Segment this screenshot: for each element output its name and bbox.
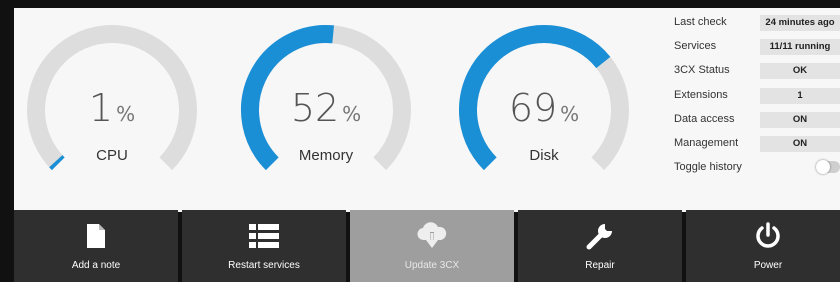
info-row-data-access: Data access ON [674, 109, 840, 133]
info-row-last-check: Last check 24 minutes ago [674, 12, 840, 36]
info-label: Extensions [674, 88, 728, 101]
cpu-value-unit: % [116, 102, 136, 126]
power-label: Power [753, 260, 783, 271]
cpu-value-number: 1 [88, 86, 114, 130]
memory-label: Memory [298, 147, 354, 164]
cpu-value: 1% [22, 86, 202, 130]
disk-value-unit: % [560, 102, 580, 126]
restart-services-button[interactable]: Restart services [182, 210, 346, 282]
disk-value: 69% [454, 86, 634, 130]
file-icon [14, 221, 178, 251]
repair-button[interactable]: Repair [518, 210, 682, 282]
info-row-toggle-history: Toggle history [674, 157, 840, 181]
info-value: OK [760, 63, 840, 80]
add-note-label: Add a note [71, 260, 121, 271]
info-row-extensions: Extensions 1 [674, 85, 840, 109]
repair-label: Repair [585, 260, 615, 271]
toggle-history-switch[interactable] [816, 160, 840, 175]
memory-value-number: 52 [290, 86, 340, 130]
info-row-management: Management ON [674, 133, 840, 157]
status-info-table: Last check 24 minutes ago Services 11/11… [674, 12, 840, 181]
memory-gauge: 52% Memory [236, 24, 416, 184]
info-row-services: Services 11/11 running [674, 36, 840, 60]
cloud-download-icon [350, 221, 514, 251]
info-value: 11/11 running [760, 39, 840, 56]
info-label: Toggle history [674, 161, 742, 174]
info-value: ON [760, 135, 840, 152]
cpu-label: CPU [96, 147, 128, 164]
disk-gauge: 69% Disk [454, 24, 634, 184]
info-value: ON [760, 111, 840, 128]
toggle-knob [816, 160, 830, 175]
info-label: Services [674, 40, 717, 53]
disk-label: Disk [529, 147, 559, 164]
info-label: Management [674, 136, 739, 149]
info-label: Last check [674, 16, 727, 28]
info-label: 3CX Status [674, 64, 730, 77]
cpu-gauge: 1% CPU [22, 24, 202, 184]
info-label: Data access [674, 112, 735, 125]
info-row-3cx-status: 3CX Status OK [674, 60, 840, 84]
memory-value-unit: % [342, 102, 362, 126]
add-note-button[interactable]: Add a note [14, 210, 178, 282]
memory-value: 52% [236, 86, 416, 130]
info-value: 1 [760, 87, 840, 104]
status-panel: 1% CPU 52% Memory 69% Disk Last check 24… [14, 8, 840, 212]
disk-value-number: 69 [508, 86, 558, 130]
power-icon [686, 221, 840, 251]
list-icon [182, 221, 346, 251]
info-value: 24 minutes ago [760, 15, 840, 31]
update-3cx-label: Update 3CX [404, 260, 460, 271]
power-button[interactable]: Power [686, 210, 840, 282]
update-3cx-button[interactable]: Update 3CX [350, 210, 514, 282]
wrench-icon [518, 221, 682, 251]
restart-services-label: Restart services [228, 260, 300, 271]
